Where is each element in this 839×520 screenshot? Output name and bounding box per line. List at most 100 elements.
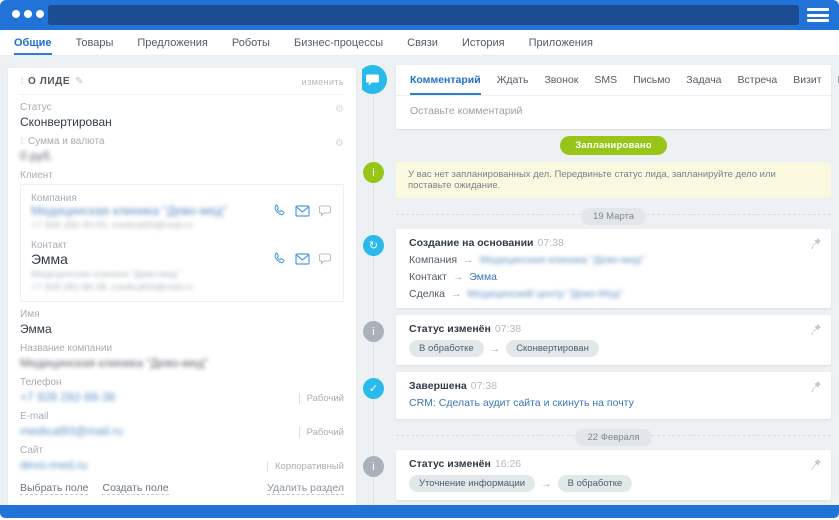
planned-button[interactable]: Запланировано <box>560 136 667 155</box>
tab-wait[interactable]: Ждать <box>497 74 529 95</box>
app-window: Общие Товары Предложения Роботы Бизнес-п… <box>0 0 839 520</box>
menu-icon[interactable] <box>807 8 829 22</box>
arrow-icon: → <box>490 343 501 355</box>
phone-icon[interactable] <box>272 252 286 266</box>
status-badge: В обработке <box>558 475 633 492</box>
row-label: Контакт <box>409 271 447 283</box>
status-value[interactable]: Сконвертирован <box>20 115 344 129</box>
pin-icon[interactable] <box>811 380 822 393</box>
phone-value[interactable]: +7 928 282-88-38 <box>20 390 115 404</box>
entry-title: Создание на основании <box>409 237 534 249</box>
tab-sms[interactable]: SMS <box>594 74 617 95</box>
sum-value[interactable]: 0 руб. <box>20 149 344 163</box>
status-label: Статус <box>20 102 344 113</box>
site-value[interactable]: devo-med.ru <box>20 458 87 472</box>
title-bar <box>0 0 839 30</box>
activity-composer: Комментарий Ждать Звонок SMS Письмо Зада… <box>396 65 831 129</box>
email-icon[interactable] <box>295 205 310 217</box>
site-type: Корпоративный <box>267 461 344 472</box>
arrow-icon: → <box>463 254 474 266</box>
timeline-entry-creation: ↻ Создание на основании07:38 Компания→Ме… <box>396 229 831 308</box>
tab-relations[interactable]: Связи <box>407 30 438 55</box>
lead-edit-link[interactable]: изменить <box>302 77 344 87</box>
tab-products[interactable]: Товары <box>76 30 114 55</box>
date-separator: 19 Марта <box>581 208 646 225</box>
tab-quotes[interactable]: Предложения <box>137 30 208 55</box>
info-icon: i <box>363 456 384 477</box>
pin-icon[interactable] <box>811 458 822 471</box>
tab-history[interactable]: История <box>462 30 505 55</box>
name-label: Имя <box>20 309 344 320</box>
tab-robots[interactable]: Роботы <box>232 30 270 55</box>
row-label: Сделка <box>409 288 445 300</box>
status-field: Статус Сконвертирован ⚙ <box>20 102 344 129</box>
entry-time: 07:38 <box>538 237 564 249</box>
phone-icon[interactable] <box>272 204 286 218</box>
address-bar[interactable] <box>48 5 799 25</box>
contact-contacts: +7 928 282-88-38, medical93@mail.ru <box>31 282 333 293</box>
lead-details-panel: ⁞⁞ О ЛИДЕ ✎ изменить Статус Сконвертиров… <box>0 56 362 505</box>
drag-handle-icon[interactable]: ⁞⁞ <box>20 137 23 146</box>
email-icon[interactable] <box>295 253 310 265</box>
name-value[interactable]: Эмма <box>20 322 344 336</box>
entry-time: 07:38 <box>471 380 497 392</box>
email-field-label: E-mail <box>20 411 344 422</box>
phone-type: Рабочий <box>299 393 344 404</box>
info-icon: i <box>363 321 384 342</box>
company-field-value[interactable]: Медицинская клиника "Дево-мед" <box>20 356 344 370</box>
edit-pencil-icon[interactable]: ✎ <box>75 76 83 87</box>
client-label: Клиент <box>20 170 344 181</box>
status-badge: В обработке <box>409 340 484 357</box>
deal-link[interactable]: Медицинский центр "Дево-Мед" <box>468 288 624 300</box>
chat-icon[interactable] <box>319 205 333 218</box>
tab-meeting[interactable]: Встреча <box>738 74 778 95</box>
tab-general[interactable]: Общие <box>14 30 52 55</box>
email-type: Рабочий <box>299 427 344 438</box>
timeline-line <box>373 72 374 505</box>
task-check-icon: ✓ <box>363 378 384 399</box>
row-label: Компания <box>409 254 457 266</box>
timeline-entry-status: i Статус изменён16:26 Уточнение информац… <box>396 450 831 500</box>
entry-title: Статус изменён <box>409 323 491 335</box>
company-link[interactable]: Медицинская клиника "Дево-мед" <box>480 254 645 266</box>
comment-input[interactable] <box>396 96 831 129</box>
tab-visit[interactable]: Визит <box>793 74 821 95</box>
arrow-icon: → <box>453 271 464 283</box>
pin-icon[interactable] <box>811 323 822 336</box>
timeline-panel: Комментарий Ждать Звонок SMS Письмо Зада… <box>362 56 839 505</box>
timeline-entry-status: i Статус изменён07:38 В обработке→Сконве… <box>396 315 831 365</box>
company-contacts: +7 928 282-00-00, medical93@mail.ru <box>31 220 333 231</box>
tab-comment[interactable]: Комментарий <box>410 74 481 95</box>
refresh-icon: ↻ <box>363 235 384 256</box>
tab-call[interactable]: Звонок <box>544 74 578 95</box>
no-activities-notice: i У вас нет запланированных дел. Передви… <box>396 162 831 198</box>
pin-icon[interactable] <box>811 237 822 250</box>
task-link[interactable]: CRM: Сделать аудит сайта и скинуть на по… <box>409 397 634 409</box>
tab-email[interactable]: Письмо <box>633 74 670 95</box>
email-value[interactable]: medical93@mail.ru <box>20 424 123 438</box>
company-link[interactable]: Медицинская клиника "Дево-мед" <box>31 204 227 218</box>
drag-handle-icon[interactable]: ⁞⁞ <box>20 77 23 86</box>
sum-field: ⁞⁞Сумма и валюта 0 руб. ⚙ <box>20 136 344 163</box>
tab-business-processes[interactable]: Бизнес-процессы <box>294 30 383 55</box>
contact-name[interactable]: Эмма <box>31 251 68 267</box>
contact-company: Медицинская клиника "Дево-мед" <box>31 269 333 280</box>
section-tabbar: Общие Товары Предложения Роботы Бизнес-п… <box>0 30 839 56</box>
window-dots-icon <box>12 10 44 18</box>
tab-task[interactable]: Задача <box>686 74 721 95</box>
tab-apps[interactable]: Приложения <box>529 30 593 55</box>
entry-time: 16:26 <box>495 458 521 470</box>
entry-title: Завершена <box>409 380 467 392</box>
info-icon: i <box>363 162 384 183</box>
delete-section-link[interactable]: Удалить раздел <box>267 482 344 495</box>
select-field-link[interactable]: Выбрать поле <box>20 482 88 495</box>
create-field-link[interactable]: Создать поле <box>102 482 168 495</box>
gear-icon[interactable]: ⚙ <box>335 104 344 115</box>
gear-icon[interactable]: ⚙ <box>335 138 344 149</box>
contact-link[interactable]: Эмма <box>469 271 497 283</box>
chat-icon[interactable] <box>319 253 333 266</box>
company-field-label: Название компании <box>20 343 344 354</box>
company-label: Компания <box>31 193 333 204</box>
notice-text: У вас нет запланированных дел. Передвинь… <box>408 169 776 191</box>
date-separator: 22 Февраля <box>575 429 651 446</box>
